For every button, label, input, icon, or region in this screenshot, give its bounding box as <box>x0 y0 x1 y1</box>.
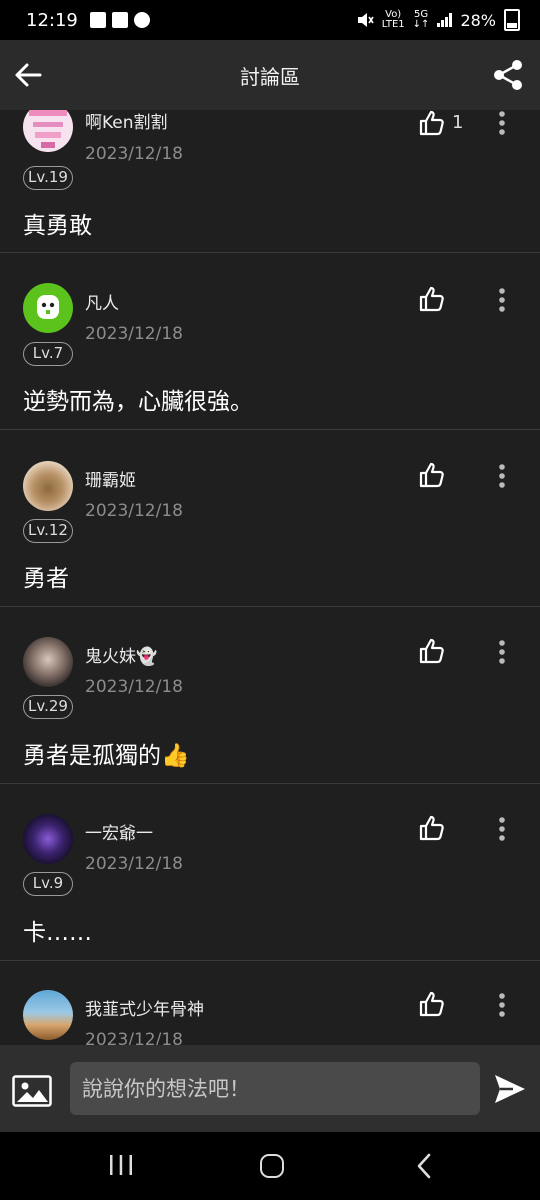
username[interactable]: 凡人 <box>85 289 119 314</box>
thumbs-up-icon[interactable] <box>418 110 446 137</box>
comment-text: 卡…… <box>23 920 92 946</box>
comment-date: 2023/12/18 <box>85 854 183 874</box>
thumbs-up-icon[interactable] <box>418 461 446 489</box>
comment-text: 逆勢而為，心臟很強。 <box>23 389 253 415</box>
app-header: 討論區 <box>0 40 540 110</box>
app-notification-icon <box>111 12 128 28</box>
send-icon[interactable] <box>493 1073 527 1105</box>
weather-notification-icon <box>133 12 150 28</box>
more-vertical-icon[interactable] <box>492 287 512 313</box>
level-badge: Lv.29 <box>23 695 73 719</box>
signal-icon <box>437 13 453 27</box>
comment-item: Lv.19 啊Ken割割 2023/12/18 真勇敢 1 <box>0 110 540 253</box>
nav-back-icon[interactable] <box>414 1152 434 1180</box>
username[interactable]: 我韮式少年骨神 <box>85 995 204 1020</box>
level-badge: Lv.19 <box>23 166 73 190</box>
comment-date: 2023/12/18 <box>85 144 183 164</box>
thumbs-up-icon[interactable] <box>418 637 446 665</box>
username[interactable]: 珊霸姬 <box>85 466 136 491</box>
image-icon[interactable] <box>12 1075 52 1107</box>
mute-icon <box>357 13 374 27</box>
username[interactable]: 啊Ken割割 <box>85 110 168 133</box>
comment-item: Lv.7 凡人 2023/12/18 逆勢而為，心臟很強。 <box>0 253 540 430</box>
comment-item: Lv.29 鬼火妹👻 2023/12/18 勇者是孤獨的👍 <box>0 607 540 784</box>
network-5g-indicator: 5G ↓↑ <box>412 9 430 30</box>
comment-date: 2023/12/18 <box>85 677 183 697</box>
thumbs-up-icon[interactable] <box>418 814 446 842</box>
comment-text: 勇者是孤獨的👍 <box>23 743 190 769</box>
comment-date: 2023/12/18 <box>85 501 183 521</box>
comment-text: 勇者 <box>23 566 69 592</box>
system-nav-bar <box>0 1132 540 1200</box>
thumbs-up-icon[interactable] <box>418 990 446 1018</box>
level-badge: Lv.9 <box>23 872 73 896</box>
more-vertical-icon[interactable] <box>492 463 512 489</box>
more-vertical-icon[interactable] <box>492 816 512 842</box>
comment-item: Lv.12 珊霸姬 2023/12/18 勇者 <box>0 430 540 607</box>
comment-list[interactable]: Lv.19 啊Ken割割 2023/12/18 真勇敢 1 Lv.7 凡人 20… <box>0 110 540 1045</box>
comment-input[interactable] <box>70 1062 480 1115</box>
more-vertical-icon[interactable] <box>492 110 512 136</box>
avatar[interactable] <box>23 814 73 864</box>
avatar[interactable] <box>23 990 73 1040</box>
status-indicators: Vo) LTE1 5G ↓↑ 28% <box>356 9 520 31</box>
share-icon[interactable] <box>490 57 526 93</box>
username[interactable]: 一宏爺一 <box>85 819 153 844</box>
status-bar: 12:19 Vo) LTE1 5G ↓↑ 28% <box>0 0 540 40</box>
avatar[interactable] <box>23 461 73 511</box>
level-badge: Lv.12 <box>23 519 73 543</box>
comment-item: 我韮式少年骨神 2023/12/18 <box>0 961 540 1045</box>
like-count: 1 <box>452 112 464 133</box>
battery-icon <box>504 9 520 31</box>
avatar[interactable] <box>23 283 73 333</box>
more-vertical-icon[interactable] <box>492 639 512 665</box>
status-time: 12:19 <box>26 9 78 31</box>
comment-date: 2023/12/18 <box>85 1030 183 1045</box>
battery-percent: 28% <box>460 10 496 30</box>
thumbs-up-icon[interactable] <box>418 285 446 313</box>
avatar[interactable] <box>23 110 73 152</box>
level-badge: Lv.7 <box>23 342 73 366</box>
more-vertical-icon[interactable] <box>492 992 512 1018</box>
back-arrow-icon[interactable] <box>10 57 46 93</box>
comment-text: 真勇敢 <box>23 213 92 239</box>
gallery-notification-icon <box>89 12 106 28</box>
recent-apps-icon[interactable] <box>108 1154 134 1176</box>
home-icon[interactable] <box>260 1154 284 1178</box>
avatar[interactable] <box>23 637 73 687</box>
page-title: 討論區 <box>240 64 300 89</box>
username[interactable]: 鬼火妹👻 <box>85 642 157 667</box>
volte-indicator: Vo) LTE1 <box>381 9 405 30</box>
comment-item: Lv.9 一宏爺一 2023/12/18 卡…… <box>0 784 540 961</box>
notification-icons <box>89 12 150 28</box>
comment-composer <box>0 1045 540 1132</box>
comment-date: 2023/12/18 <box>85 324 183 344</box>
